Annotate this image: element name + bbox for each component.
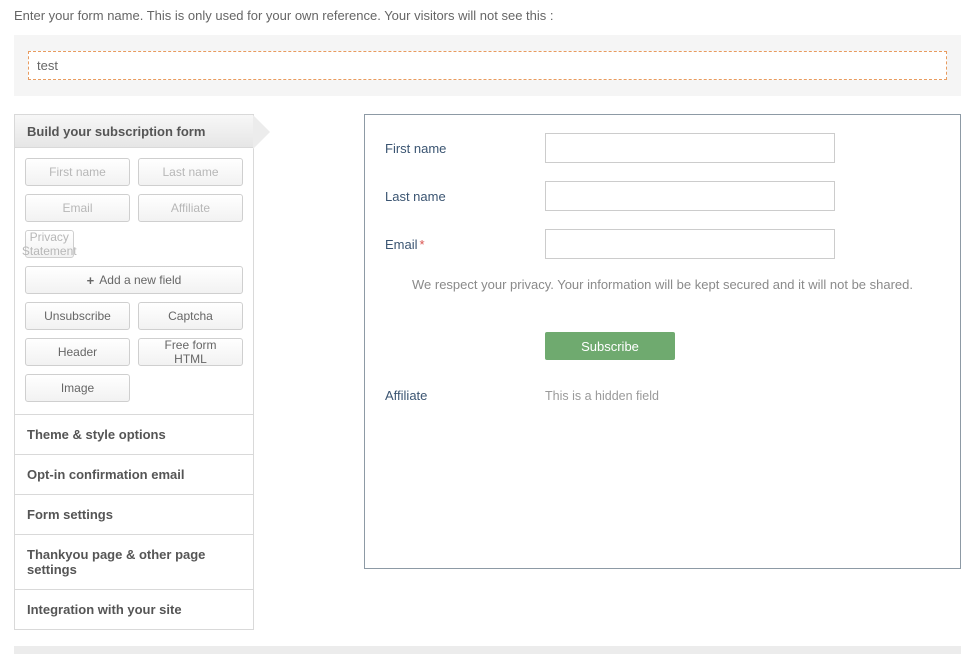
- field-chip-free-form-html[interactable]: Free form HTML: [138, 338, 243, 366]
- affiliate-hidden-note: This is a hidden field: [545, 389, 659, 403]
- accordion-integration[interactable]: Integration with your site: [15, 589, 253, 629]
- input-first-name[interactable]: [545, 133, 835, 163]
- field-chip-affiliate[interactable]: Affiliate: [138, 194, 243, 222]
- field-chip-image[interactable]: Image: [25, 374, 130, 402]
- label-affiliate: Affiliate: [385, 388, 545, 403]
- field-chip-unsubscribe[interactable]: Unsubscribe: [25, 302, 130, 330]
- form-preview: First name Last name Email* We respect y…: [364, 114, 961, 569]
- field-chip-first-name[interactable]: First name: [25, 158, 130, 186]
- accordion-optin-confirmation[interactable]: Opt-in confirmation email: [15, 454, 253, 494]
- accordion-thankyou-page[interactable]: Thankyou page & other page settings: [15, 534, 253, 589]
- required-mark: *: [420, 237, 425, 252]
- subscribe-button[interactable]: Subscribe: [545, 332, 675, 360]
- field-chip-header[interactable]: Header: [25, 338, 130, 366]
- sidebar-panel-body: First name Last name Email Affiliate Pri…: [15, 148, 253, 414]
- sidebar-header[interactable]: Build your subscription form: [15, 114, 253, 148]
- add-new-field-button[interactable]: + Add a new field: [25, 266, 243, 294]
- preview-row-email: Email*: [385, 229, 940, 259]
- add-new-field-label: Add a new field: [99, 273, 181, 287]
- label-email: Email*: [385, 237, 545, 252]
- plus-icon: +: [87, 274, 95, 287]
- preview-row-first-name: First name: [385, 133, 940, 163]
- subscribe-row: Subscribe: [385, 332, 940, 360]
- label-first-name: First name: [385, 141, 545, 156]
- preview-row-last-name: Last name: [385, 181, 940, 211]
- field-chip-last-name[interactable]: Last name: [138, 158, 243, 186]
- form-name-instruction: Enter your form name. This is only used …: [14, 8, 961, 23]
- preview-row-affiliate: Affiliate This is a hidden field: [385, 388, 940, 403]
- accordion-form-settings[interactable]: Form settings: [15, 494, 253, 534]
- privacy-statement-text: We respect your privacy. Your informatio…: [385, 277, 940, 292]
- accordion-theme-style[interactable]: Theme & style options: [15, 414, 253, 454]
- form-name-container: [14, 35, 961, 96]
- footer-bar: [14, 646, 961, 654]
- input-last-name[interactable]: [545, 181, 835, 211]
- field-chip-email[interactable]: Email: [25, 194, 130, 222]
- field-chip-captcha[interactable]: Captcha: [138, 302, 243, 330]
- form-name-input[interactable]: [28, 51, 947, 80]
- label-last-name: Last name: [385, 189, 545, 204]
- builder-sidebar: Build your subscription form First name …: [14, 114, 254, 630]
- field-chip-privacy-statement[interactable]: Privacy Statement: [25, 230, 74, 258]
- input-email[interactable]: [545, 229, 835, 259]
